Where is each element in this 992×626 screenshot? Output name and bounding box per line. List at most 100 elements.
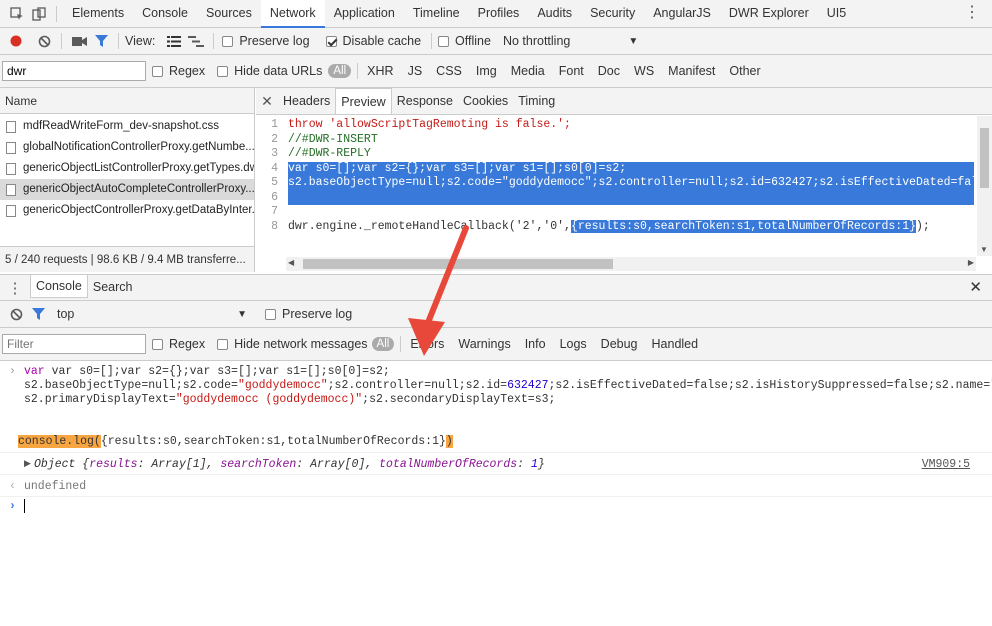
preserve-log-checkbox[interactable]: Preserve log [222,34,310,48]
tab-angularjs[interactable]: AngularJS [644,0,720,27]
divider [56,5,57,22]
main-tab-bar: Elements Console Sources Network Application… [0,0,992,28]
filter-media[interactable]: Media [504,64,552,78]
close-drawer-icon[interactable]: ✕ [969,278,982,296]
source-link[interactable]: VM909:5 [922,455,970,474]
tab-application[interactable]: Application [325,0,404,27]
code-line-selected [288,190,974,205]
tab-profiles[interactable]: Profiles [469,0,529,27]
level-debug[interactable]: Debug [594,337,645,351]
detail-tabs: Headers Preview Response Cookies Timing [278,88,560,114]
scroll-right-icon[interactable]: ▶ [968,258,974,267]
close-icon[interactable]: ✕ [256,93,278,110]
request-row[interactable]: mdfReadWriteForm_dev-snapshot.css [0,116,254,137]
filter-doc[interactable]: Doc [591,64,627,78]
level-handled[interactable]: Handled [645,337,706,351]
scroll-left-icon[interactable]: ◀ [288,258,294,267]
chevron-down-icon: ▼ [628,35,639,47]
tab-cookies[interactable]: Cookies [458,88,513,114]
resource-type-filters: XHR JS CSS Img Media Font Doc WS Manifest Other [360,64,768,78]
drawer-tab-console[interactable]: Console [30,274,88,298]
more-menu-icon[interactable]: ⋮ [964,5,980,21]
console-preserve-log-checkbox[interactable]: Preserve log [265,307,352,321]
expand-triangle-icon[interactable]: ▶ [24,455,31,474]
all-types-button[interactable]: All [328,64,352,78]
tab-response[interactable]: Response [392,88,458,114]
name-column-header[interactable]: Name [0,88,254,114]
filter-manifest[interactable]: Manifest [661,64,722,78]
tab-ui5[interactable]: UI5 [818,0,855,27]
request-row[interactable]: genericObjectControllerProxy.getDataByIn… [0,200,254,221]
tab-elements[interactable]: Elements [63,0,133,27]
vertical-scrollbar[interactable]: ▼ [977,116,992,256]
hide-network-checkbox[interactable]: Hide network messages [217,337,368,351]
request-name: genericObjectAutoCompleteControllerProxy… [23,183,254,195]
hide-data-urls-checkbox[interactable]: Hide data URLs [217,64,322,78]
throttling-select[interactable]: No throttling ▼ [503,34,638,48]
filter-css[interactable]: CSS [429,64,469,78]
tab-timeline[interactable]: Timeline [404,0,469,27]
list-view-icon[interactable] [163,30,185,52]
filter-ws[interactable]: WS [627,64,661,78]
filter-img[interactable]: Img [469,64,504,78]
network-filter-input[interactable] [2,61,146,81]
request-name: genericObjectListControllerProxy.getType… [23,162,254,174]
disable-cache-checkbox[interactable]: Disable cache [325,34,421,48]
camera-icon[interactable] [68,30,90,52]
tab-timing[interactable]: Timing [513,88,560,114]
console-prompt[interactable]: › [0,497,992,517]
scroll-down-icon[interactable]: ▼ [980,245,988,254]
main-tabs: Elements Console Sources Network Application… [63,0,855,28]
tab-headers[interactable]: Headers [278,88,335,114]
filter-font[interactable]: Font [552,64,591,78]
request-row[interactable]: genericObjectAutoCompleteControllerProxy… [0,179,254,200]
all-levels-button[interactable]: All [371,337,395,351]
tab-console[interactable]: Console [133,0,197,27]
drawer-tab-search[interactable]: Search [88,274,138,301]
request-detail-panel: ✕ Headers Preview Response Cookies Timing 1t… [256,88,992,272]
inspect-icon[interactable] [6,3,28,25]
request-row[interactable]: genericObjectListControllerProxy.getType… [0,158,254,179]
filter-other[interactable]: Other [722,64,767,78]
tab-audits[interactable]: Audits [528,0,581,27]
filter-icon[interactable] [90,30,112,52]
console-object-result[interactable]: ▶ Object {results: Array[1], searchToken… [0,455,992,475]
tab-sources[interactable]: Sources [197,0,261,27]
level-logs[interactable]: Logs [553,337,594,351]
request-list-panel: Name mdfReadWriteForm_dev-snapshot.cssgl… [0,88,255,272]
network-toolbar: View: Preserve log Disable cache Offline… [0,28,992,55]
request-row[interactable]: globalNotificationControllerProxy.getNum… [0,137,254,158]
console-output: › var var s0=[];var s2={};var s3=[];var … [0,361,992,626]
offline-checkbox[interactable]: Offline [438,34,491,48]
request-name: mdfReadWriteForm_dev-snapshot.css [23,120,219,132]
clear-icon[interactable] [33,30,55,52]
console-regex-checkbox[interactable]: Regex [152,337,205,351]
context-select[interactable]: top ▼ [57,307,247,321]
log-level-filters: Errors Warnings Info Logs Debug Handled [403,337,705,351]
record-icon[interactable] [5,30,27,52]
console-filter-input[interactable] [2,334,146,354]
code-line-selected: var s0=[];var s2={};var s3=[];var s1=[];… [288,161,974,176]
device-toolbar-icon[interactable] [28,3,50,25]
code-line: //#DWR-REPLY [288,147,371,160]
divider [61,33,62,49]
level-warnings[interactable]: Warnings [451,337,517,351]
tab-security[interactable]: Security [581,0,644,27]
console-toolbar: top ▼ Preserve log [0,301,992,328]
filter-js[interactable]: JS [401,64,430,78]
file-icon [6,141,16,154]
request-name: genericObjectControllerProxy.getDataByIn… [23,204,254,216]
clear-console-icon[interactable] [5,303,27,325]
drawer-menu-icon[interactable]: ⋮ [0,279,30,297]
horizontal-scrollbar[interactable]: ◀ ▶ [286,257,976,271]
drawer-tabs: Console Search [30,274,137,301]
filter-xhr[interactable]: XHR [360,64,400,78]
tab-network[interactable]: Network [260,0,325,28]
level-errors[interactable]: Errors [403,337,451,351]
filter-icon[interactable] [27,303,49,325]
regex-checkbox[interactable]: Regex [152,64,205,78]
tab-preview[interactable]: Preview [335,88,392,114]
level-info[interactable]: Info [518,337,553,351]
waterfall-view-icon[interactable] [185,30,207,52]
tab-dwr-explorer[interactable]: DWR Explorer [720,0,818,27]
